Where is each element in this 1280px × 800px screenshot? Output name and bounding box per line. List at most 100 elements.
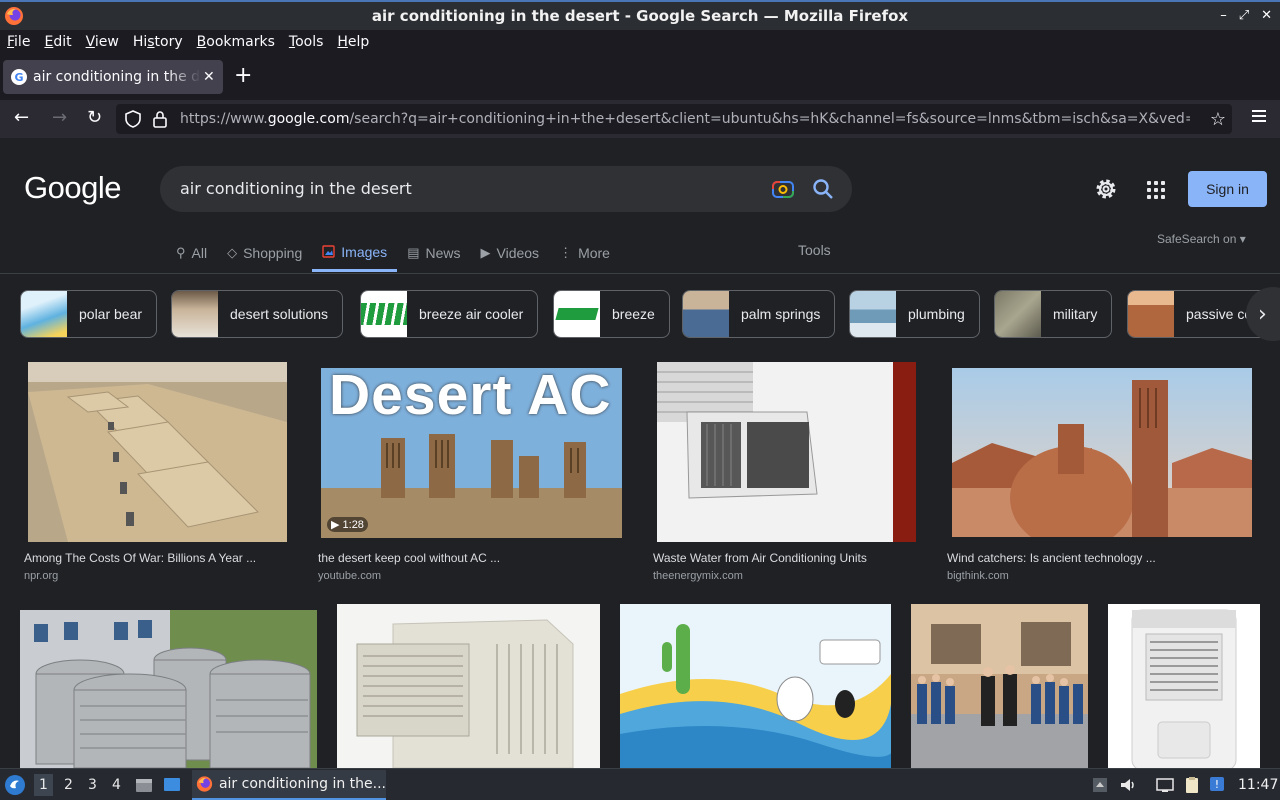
google-logo[interactable]: Google: [24, 170, 121, 206]
svg-text:!: !: [1215, 778, 1219, 791]
image-result[interactable]: Among The Costs Of War: Billions A Year …: [20, 362, 300, 592]
image-result[interactable]: Waste Water from Air Conditioning Units …: [649, 362, 929, 592]
result-source[interactable]: bigthink.com: [947, 570, 1009, 582]
result-thumbnail[interactable]: [911, 604, 1088, 768]
search-input[interactable]: air conditioning in the desert: [180, 179, 412, 198]
menu-bar: File Edit View History Bookmarks Tools H…: [0, 30, 1280, 54]
result-title[interactable]: Waste Water from Air Conditioning Units: [653, 551, 867, 565]
browser-tab[interactable]: G air conditioning in the desert - Googl…: [3, 60, 223, 94]
url-text: https://www.google.com/search?q=air+cond…: [180, 111, 1190, 127]
google-header: Google air conditioning in the desert Si…: [0, 138, 1280, 274]
restore-icon[interactable]: ⤢: [1239, 8, 1249, 23]
image-result[interactable]: [620, 604, 891, 768]
menu-file[interactable]: File: [7, 34, 30, 50]
chip-plumbing[interactable]: plumbing: [849, 290, 980, 338]
volume-icon[interactable]: [1118, 775, 1138, 795]
menu-view[interactable]: View: [86, 34, 119, 50]
result-thumbnail[interactable]: [337, 604, 600, 768]
more-vert-icon: ⋮: [559, 245, 573, 260]
google-apps-icon[interactable]: [1147, 181, 1165, 199]
taskbar-firefox-window[interactable]: air conditioning in the...: [192, 770, 386, 800]
chip-desert-solutions[interactable]: desert solutions: [171, 290, 344, 338]
firefox-icon: [196, 776, 213, 792]
close-icon[interactable]: ✕: [1261, 8, 1272, 23]
window-title: air conditioning in the desert - Google …: [371, 7, 909, 25]
menu-bookmarks[interactable]: Bookmarks: [197, 34, 275, 50]
lock-icon[interactable]: [152, 110, 168, 128]
tray-arrow-icon[interactable]: [1090, 775, 1110, 795]
start-menu-icon[interactable]: [4, 774, 26, 796]
result-title[interactable]: Among The Costs Of War: Billions A Year …: [24, 551, 256, 565]
lens-camera-icon[interactable]: [772, 179, 794, 199]
clipboard-icon[interactable]: [1182, 775, 1202, 795]
app-menu-icon[interactable]: [1252, 110, 1266, 125]
tab-news[interactable]: ▤ News: [397, 234, 470, 272]
workspace-4[interactable]: 4: [112, 777, 121, 793]
new-tab-icon[interactable]: +: [234, 65, 252, 87]
notification-icon[interactable]: !: [1208, 775, 1228, 795]
result-source[interactable]: theenergymix.com: [653, 570, 743, 582]
network-icon[interactable]: [1155, 775, 1175, 795]
menu-help[interactable]: Help: [337, 34, 369, 50]
navigation-bar: ← → ↻ https://www.google.com/search?q=ai…: [0, 100, 1280, 138]
workspace-2[interactable]: 2: [64, 777, 73, 793]
image-result[interactable]: [20, 610, 317, 768]
result-thumbnail[interactable]: [657, 362, 916, 542]
tab-bar: G air conditioning in the desert - Googl…: [0, 54, 1280, 100]
result-thumbnail[interactable]: [20, 610, 317, 768]
chip-breeze[interactable]: breeze: [553, 290, 670, 338]
related-search-chips: polar bear desert solutions breeze air c…: [0, 290, 1280, 338]
result-title[interactable]: Wind catchers: Is ancient technology ...: [947, 551, 1156, 565]
tag-icon: ◇: [227, 245, 238, 260]
tab-more[interactable]: ⋮ More: [549, 234, 620, 272]
result-title[interactable]: the desert keep cool without AC ...: [318, 551, 500, 565]
bookmark-star-icon[interactable]: ☆: [1210, 109, 1226, 130]
chip-polar-bear[interactable]: polar bear: [20, 290, 158, 338]
workspace-1[interactable]: 1: [34, 774, 53, 796]
image-result[interactable]: [911, 604, 1088, 768]
tools-button[interactable]: Tools: [798, 242, 831, 258]
menu-edit[interactable]: Edit: [44, 34, 71, 50]
task-label: air conditioning in the...: [218, 776, 386, 792]
image-result[interactable]: Wind catchers: Is ancient technology ...…: [943, 362, 1263, 592]
file-manager-icon[interactable]: [134, 775, 154, 795]
desktop-icon[interactable]: [162, 775, 182, 795]
back-icon[interactable]: ←: [14, 108, 29, 128]
search-icon: ⚲: [176, 245, 186, 260]
chip-breeze-air-cooler[interactable]: breeze air cooler: [360, 290, 539, 338]
image-result[interactable]: Desert AC ▶ 1:28 the desert keep cool wi…: [314, 362, 634, 592]
menu-tools[interactable]: Tools: [289, 34, 324, 50]
result-source[interactable]: youtube.com: [318, 570, 381, 582]
result-thumbnail[interactable]: Desert AC ▶ 1:28: [321, 368, 622, 538]
sign-in-button[interactable]: Sign in: [1188, 171, 1267, 207]
chip-palm-springs[interactable]: palm springs: [682, 290, 836, 338]
forward-icon[interactable]: →: [52, 108, 67, 128]
result-source[interactable]: npr.org: [24, 570, 58, 582]
result-thumbnail[interactable]: [952, 368, 1252, 537]
result-thumbnail[interactable]: [28, 362, 287, 542]
menu-history[interactable]: History: [133, 34, 183, 50]
chip-thumbnail: [1128, 291, 1174, 337]
image-result[interactable]: [1108, 604, 1260, 768]
search-icon[interactable]: [812, 178, 834, 200]
image-result[interactable]: [337, 604, 600, 768]
url-bar[interactable]: https://www.google.com/search?q=air+cond…: [116, 104, 1232, 134]
chip-thumbnail: [995, 291, 1041, 337]
tracking-protection-icon[interactable]: [124, 110, 142, 128]
thumbnail-caption: Desert AC: [329, 368, 612, 427]
chip-military[interactable]: military: [994, 290, 1113, 338]
tab-shopping[interactable]: ◇ Shopping: [217, 234, 312, 272]
result-thumbnail[interactable]: [1108, 604, 1260, 768]
workspace-3[interactable]: 3: [88, 777, 97, 793]
tab-videos[interactable]: ▶ Videos: [471, 234, 550, 272]
safesearch-toggle[interactable]: SafeSearch on ▾: [1157, 232, 1246, 246]
search-box[interactable]: air conditioning in the desert: [160, 166, 852, 212]
close-tab-icon[interactable]: ✕: [203, 69, 215, 85]
settings-gear-icon[interactable]: [1094, 177, 1118, 201]
tab-all[interactable]: ⚲ All: [166, 234, 217, 272]
reload-icon[interactable]: ↻: [87, 108, 102, 128]
tab-images[interactable]: Images: [312, 234, 398, 272]
result-thumbnail[interactable]: [620, 604, 891, 768]
minimize-icon[interactable]: –: [1220, 8, 1227, 23]
chip-thumbnail: [683, 291, 729, 337]
